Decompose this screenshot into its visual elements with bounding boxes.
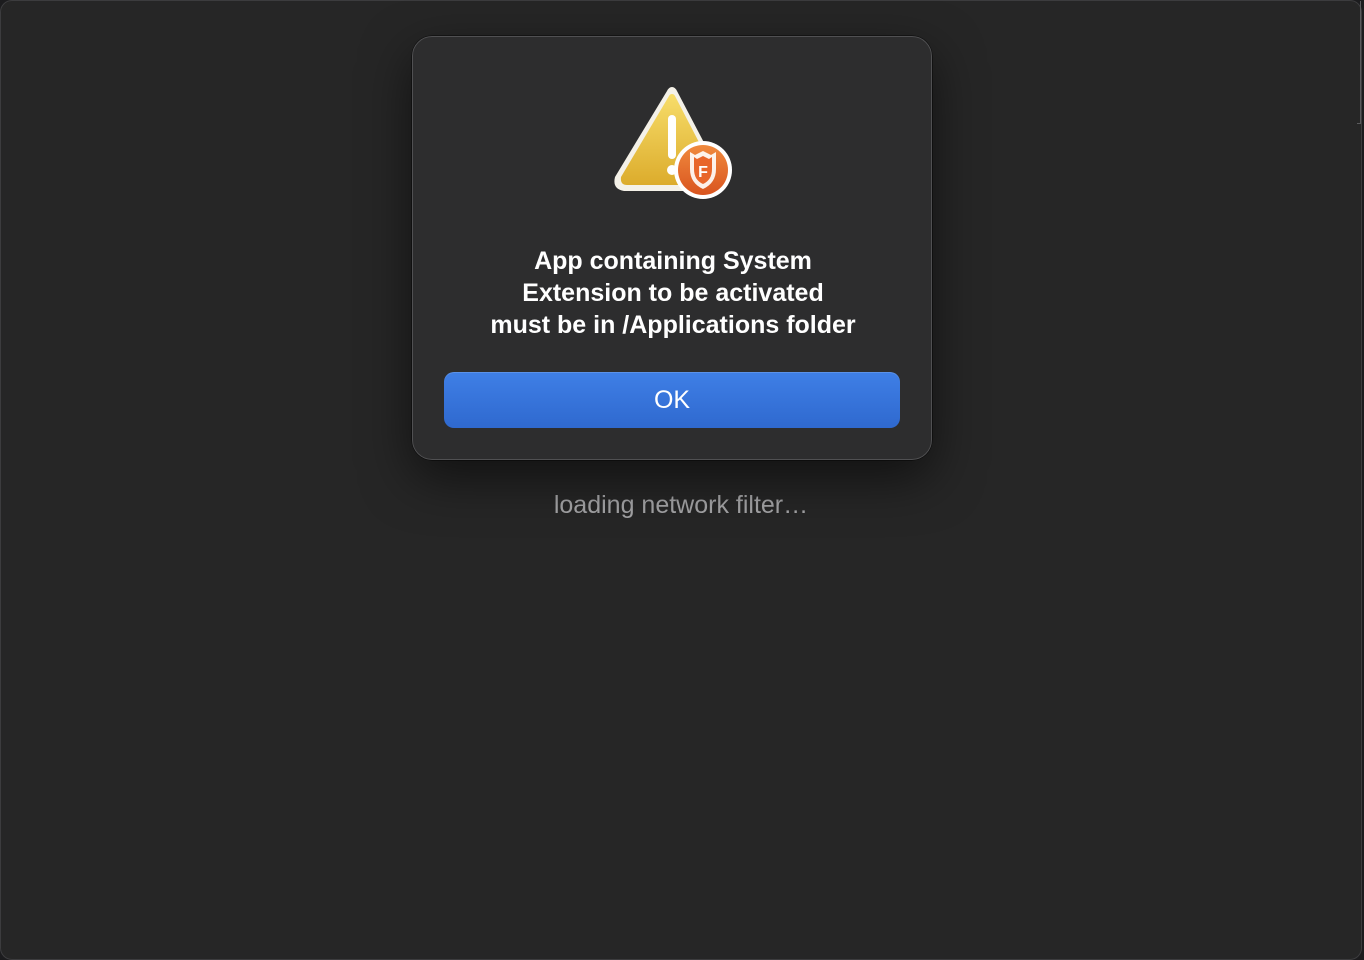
- alert-message: App containing System Extension to be ac…: [490, 247, 856, 339]
- window-edge-divider: [1360, 1, 1361, 123]
- window-edge-tick: [1357, 123, 1361, 124]
- alert-dialog: F App containing System Extension to be …: [412, 36, 932, 460]
- svg-text:F: F: [698, 164, 708, 181]
- loading-status-text: loading network filter…: [553, 491, 809, 519]
- app-shield-badge-icon: F: [674, 141, 732, 199]
- ok-button[interactable]: OK: [444, 372, 900, 428]
- warning-triangle-icon: F: [612, 85, 736, 203]
